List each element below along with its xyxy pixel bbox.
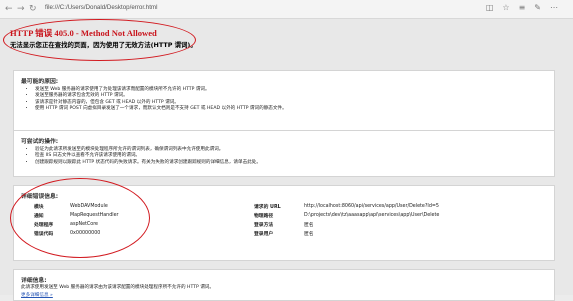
refresh-icon[interactable]: ↻ bbox=[29, 3, 37, 15]
detail-key: 请求的 URL bbox=[254, 204, 281, 210]
arrow-right-icon[interactable]: → bbox=[17, 3, 25, 15]
list-item: 创建跟踪规则以跟踪此 HTTP 状态代码的失败请求。有关为失败的请求创建跟踪规则… bbox=[35, 160, 560, 166]
table-row: 登录方法 匿名 bbox=[254, 220, 443, 229]
toolbar-icons[interactable]: ◫☆≡✎⋯ bbox=[486, 3, 567, 12]
more-info-card: 详细信息: 此请求使用发送至 Web 服务器的请求由为该请求配置的模块处理程序所… bbox=[13, 269, 555, 301]
more-info-link[interactable]: 更多详细信息 » bbox=[21, 292, 53, 298]
detail-key: 登录方法 bbox=[254, 222, 274, 228]
more-text: 此请求使用发送至 Web 服务器的请求由为该请求配置的模块处理程序所不允许的 H… bbox=[21, 285, 214, 290]
table-row: 登录用户 匿名 bbox=[254, 229, 443, 238]
causes-heading: 最可能的原因: bbox=[21, 79, 59, 85]
actions-heading: 可尝试的操作: bbox=[21, 139, 59, 145]
detail-value: 匿名 bbox=[304, 222, 314, 228]
table-row: 请求的 URL http://localhost:8060/api/service… bbox=[254, 202, 443, 211]
actions-card: 可尝试的操作: 验证为此请求所发送至的模块处理程序所允许的谓词列表，确保谓词列表… bbox=[13, 130, 555, 177]
more-heading: 详细信息: bbox=[21, 278, 47, 284]
detail-key: 物理路径 bbox=[254, 213, 274, 219]
table-row: 物理路径 D:\projects\dev\tz\aaasapp\api\servi… bbox=[254, 211, 443, 220]
causes-list: 发送至 Web 服务器的请求使用了为处理该请求而配置的模块所不允许的 HTTP … bbox=[19, 87, 560, 113]
actions-list: 验证为此请求所发送至的模块处理程序所允许的谓词列表，确保谓词列表中允许使用此谓词… bbox=[19, 147, 560, 166]
arrow-left-icon[interactable]: ← bbox=[5, 3, 13, 15]
detail-key: 登录用户 bbox=[254, 231, 274, 237]
annotation-ellipse bbox=[3, 19, 196, 61]
detail-value: 匿名 bbox=[304, 231, 314, 237]
error-page: HTTP 错误 405.0 - Method Not Allowed 无法显示您… bbox=[0, 19, 573, 301]
address-bar[interactable]: file:///C:/Users/Donald/Desktop/error.ht… bbox=[45, 4, 157, 11]
detail-value: http://localhost:8060/api/services/app/U… bbox=[304, 203, 439, 209]
browser-toolbar: ← → ↻ file:///C:/Users/Donald/Desktop/er… bbox=[0, 0, 573, 19]
list-item: 使用 HTTP 谓词 POST 向虚拟目录发送了一个请求，而默认文档则是不支持 … bbox=[35, 106, 560, 112]
causes-card: 最可能的原因: 发送至 Web 服务器的请求使用了为处理该请求而配置的模块所不允… bbox=[13, 70, 555, 138]
annotation-ellipse bbox=[10, 178, 150, 258]
detail-value: D:\projects\dev\tz\aaasapp\api\services\… bbox=[304, 212, 440, 218]
details-right-table: 请求的 URL http://localhost:8060/api/service… bbox=[254, 202, 443, 238]
